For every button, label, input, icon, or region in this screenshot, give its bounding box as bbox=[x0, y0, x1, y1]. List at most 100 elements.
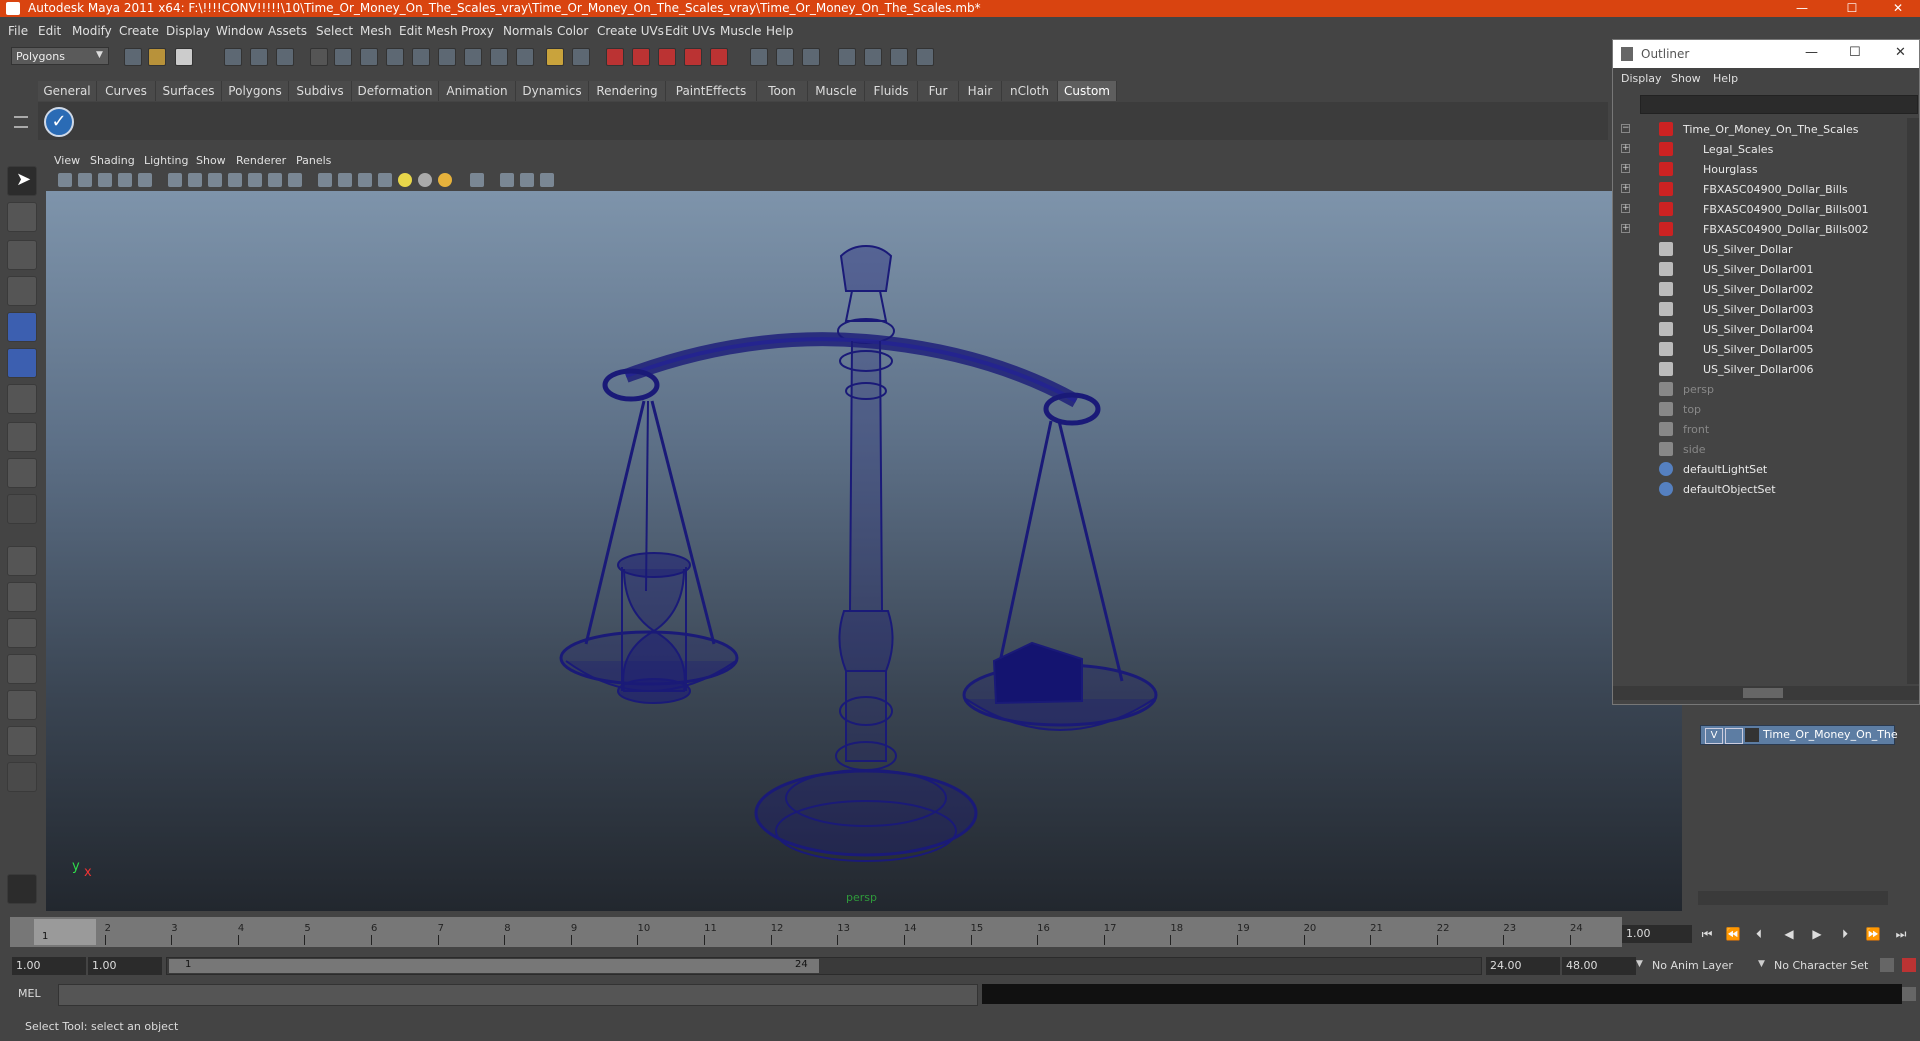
menu-display[interactable]: Display bbox=[166, 24, 210, 38]
tab-dynamics[interactable]: Dynamics bbox=[516, 81, 589, 101]
safe-title-icon[interactable] bbox=[288, 173, 302, 187]
layer-color-swatch[interactable] bbox=[1745, 728, 1759, 742]
shadows-icon[interactable] bbox=[418, 173, 432, 187]
menu-mesh[interactable]: Mesh bbox=[360, 24, 392, 38]
tab-custom[interactable]: Custom bbox=[1058, 81, 1117, 101]
outliner-item[interactable]: defaultLightSet bbox=[1613, 460, 1913, 480]
snap-plane-icon[interactable] bbox=[412, 48, 430, 66]
tab-general[interactable]: General bbox=[38, 81, 97, 101]
viewport-menu-show[interactable]: Show bbox=[196, 154, 226, 167]
expand-toggle-icon[interactable]: + bbox=[1621, 224, 1630, 233]
outliner-maximize-button[interactable]: ☐ bbox=[1849, 45, 1861, 60]
snap-curve-icon[interactable] bbox=[360, 48, 378, 66]
anim-layer-dropdown[interactable]: No Anim Layer bbox=[1648, 957, 1758, 975]
hypershade-icon[interactable] bbox=[864, 48, 882, 66]
save-scene-icon[interactable] bbox=[175, 48, 193, 66]
step-forward-frame-icon[interactable]: ⏩ bbox=[1862, 925, 1884, 943]
key-icon[interactable] bbox=[1880, 958, 1894, 972]
bookmark-icon[interactable] bbox=[98, 173, 112, 187]
layer-name[interactable]: Time_Or_Money_On_The bbox=[1763, 728, 1898, 741]
paint-select-tool-icon[interactable] bbox=[7, 240, 37, 270]
checkmark-tool-icon[interactable]: ✓ bbox=[44, 107, 74, 137]
outliner-item[interactable]: US_Silver_Dollar004 bbox=[1613, 320, 1913, 340]
outliner-item[interactable]: + FBXASC04900_Dollar_Bills002 bbox=[1613, 220, 1913, 240]
outliner-item[interactable]: + FBXASC04900_Dollar_Bills001 bbox=[1613, 200, 1913, 220]
textured-icon[interactable] bbox=[378, 173, 392, 187]
magnet-icon[interactable] bbox=[606, 48, 624, 66]
layout-hypershade-icon[interactable] bbox=[7, 690, 37, 720]
display-layer-row[interactable]: V Time_Or_Money_On_The bbox=[1700, 725, 1898, 745]
viewport-menu-panels[interactable]: Panels bbox=[296, 154, 331, 167]
maximize-button[interactable]: ☐ bbox=[1830, 0, 1874, 17]
script-editor-icon[interactable] bbox=[1902, 987, 1916, 1001]
viewport-menu-lighting[interactable]: Lighting bbox=[144, 154, 188, 167]
command-input[interactable] bbox=[58, 984, 978, 1006]
layout-more-icon[interactable] bbox=[7, 762, 37, 792]
outliner-item[interactable]: + FBXASC04900_Dollar_Bills bbox=[1613, 180, 1913, 200]
outliner-scroll-thumb[interactable] bbox=[1743, 688, 1783, 698]
perspective-viewport[interactable]: persp y x bbox=[46, 191, 1682, 911]
outliner-item[interactable]: − Time_Or_Money_On_The_Scales bbox=[1613, 120, 1913, 140]
current-time-indicator[interactable]: 1 bbox=[34, 919, 96, 945]
lights-icon[interactable] bbox=[398, 173, 412, 187]
isolate-select-icon[interactable] bbox=[470, 173, 484, 187]
selection-mask-icon[interactable] bbox=[572, 48, 590, 66]
layout-custom-icon[interactable] bbox=[7, 726, 37, 756]
xray-joints-icon[interactable] bbox=[520, 173, 534, 187]
menu-create-uvs[interactable]: Create UVs bbox=[597, 24, 664, 38]
snap-magnet-icon[interactable] bbox=[632, 48, 650, 66]
new-scene-icon[interactable] bbox=[124, 48, 142, 66]
chevron-down-icon[interactable]: ▼ bbox=[1636, 959, 1643, 969]
expand-toggle-icon[interactable]: + bbox=[1621, 144, 1630, 153]
high-quality-icon[interactable] bbox=[438, 173, 452, 187]
go-to-end-icon[interactable]: ⏭ bbox=[1890, 925, 1912, 943]
anim-start-field[interactable]: 1.00 bbox=[88, 957, 162, 975]
menu-create[interactable]: Create bbox=[119, 24, 159, 38]
outliner-vertical-scrollbar[interactable] bbox=[1907, 118, 1919, 684]
film-gate-icon[interactable] bbox=[188, 173, 202, 187]
expand-toggle-icon[interactable]: − bbox=[1621, 124, 1630, 133]
soft-modification-icon[interactable] bbox=[7, 422, 37, 452]
outliner-minimize-button[interactable]: — bbox=[1805, 45, 1818, 60]
render-magnet-icon[interactable] bbox=[684, 48, 702, 66]
render-settings-icon[interactable] bbox=[838, 48, 856, 66]
start-time-field[interactable]: 1.00 bbox=[12, 957, 86, 975]
attribute-editor-icon[interactable] bbox=[890, 48, 908, 66]
character-set-dropdown[interactable]: No Character Set bbox=[1770, 957, 1880, 975]
scale-tool-icon[interactable] bbox=[7, 348, 37, 378]
outliner-item[interactable]: + Legal_Scales bbox=[1613, 140, 1913, 160]
outliner-menu-show[interactable]: Show bbox=[1671, 72, 1701, 85]
command-language-label[interactable]: MEL bbox=[18, 987, 41, 1000]
step-back-key-icon[interactable]: ⏴ bbox=[1748, 925, 1770, 943]
layer-scrollbar[interactable] bbox=[1698, 891, 1888, 905]
menu-color[interactable]: Color bbox=[557, 24, 588, 38]
smooth-shade-icon[interactable] bbox=[338, 173, 352, 187]
select-tool-icon[interactable]: ➤ bbox=[7, 166, 37, 196]
rotate-tool-icon[interactable] bbox=[7, 312, 37, 342]
step-forward-key-icon[interactable]: ⏵ bbox=[1834, 925, 1856, 943]
menu-set-dropdown[interactable]: Polygons bbox=[11, 47, 109, 65]
layer-playback-toggle[interactable] bbox=[1725, 728, 1743, 744]
select-component-icon[interactable] bbox=[276, 48, 294, 66]
undo-snap-icon[interactable] bbox=[710, 48, 728, 66]
time-slider[interactable]: 123456789101112131415161718192021222324 … bbox=[10, 917, 1622, 947]
help-question-icon[interactable] bbox=[516, 48, 534, 66]
tab-painteffects[interactable]: PaintEffects bbox=[666, 81, 757, 101]
menu-edit-uvs[interactable]: Edit UVs bbox=[665, 24, 715, 38]
outliner-item[interactable]: US_Silver_Dollar005 bbox=[1613, 340, 1913, 360]
current-frame-field[interactable]: 1.00 bbox=[1622, 925, 1692, 943]
menu-select[interactable]: Select bbox=[316, 24, 353, 38]
viewport-menu-view[interactable]: View bbox=[54, 154, 80, 167]
image-plane-icon[interactable] bbox=[118, 173, 132, 187]
tab-toon[interactable]: Toon bbox=[757, 81, 808, 101]
outliner-item[interactable]: front bbox=[1613, 420, 1913, 440]
end-time-field[interactable]: 48.00 bbox=[1562, 957, 1636, 975]
layout-four-icon[interactable] bbox=[7, 582, 37, 612]
range-slider[interactable]: 1 24 bbox=[166, 957, 1482, 975]
tab-polygons[interactable]: Polygons bbox=[222, 81, 289, 101]
tab-rendering[interactable]: Rendering bbox=[589, 81, 666, 101]
outliner-item[interactable]: US_Silver_Dollar001 bbox=[1613, 260, 1913, 280]
filter-icon[interactable] bbox=[310, 48, 328, 66]
construction-icon[interactable] bbox=[490, 48, 508, 66]
field-chart-icon[interactable] bbox=[248, 173, 262, 187]
